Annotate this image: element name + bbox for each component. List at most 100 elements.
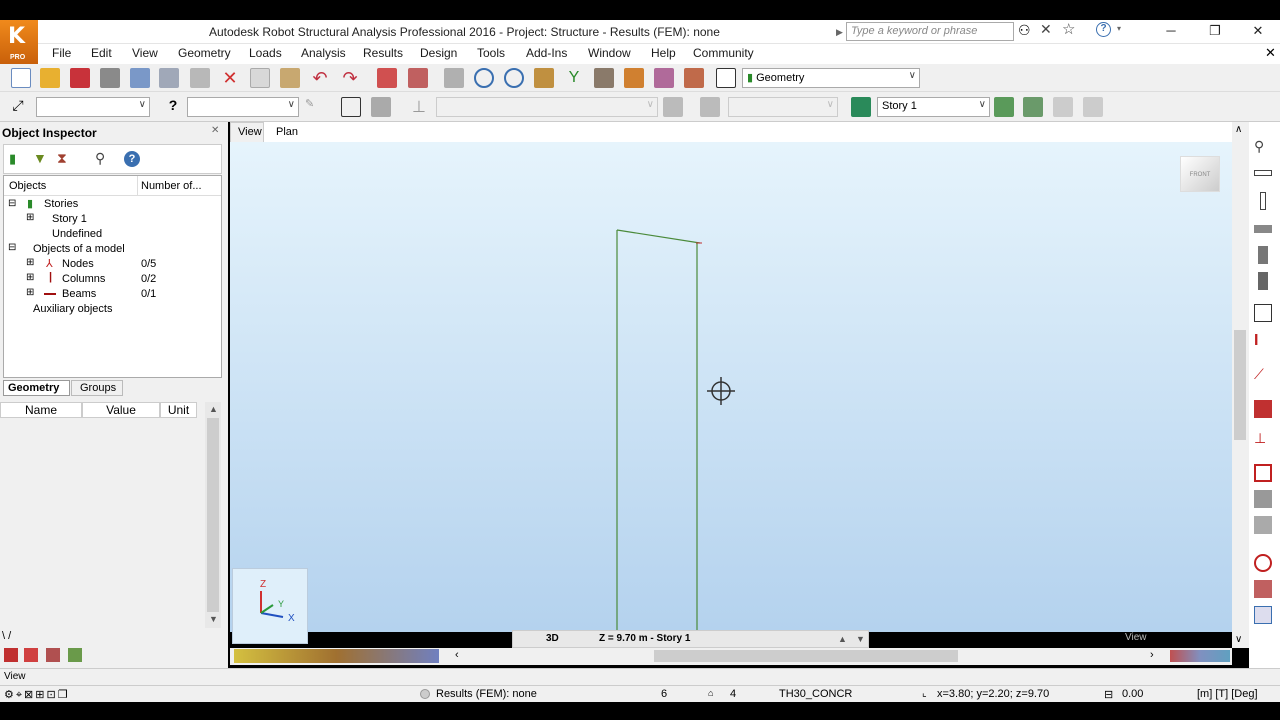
zoom-window-icon[interactable] — [504, 68, 524, 88]
filter-combo[interactable]: ∨ — [187, 97, 299, 117]
tab-plan[interactable]: Plan — [276, 126, 298, 138]
panel-icon[interactable] — [1258, 272, 1268, 290]
view-mode[interactable]: 3D — [546, 633, 559, 644]
support-tool-icon[interactable]: ⊥ — [1254, 430, 1272, 448]
search-icon[interactable]: ⚲ — [95, 150, 105, 167]
print-icon[interactable] — [100, 68, 120, 88]
scroll-thumb[interactable] — [207, 418, 219, 612]
minimize-button[interactable]: ─ — [1149, 20, 1193, 42]
layout-icon[interactable] — [716, 68, 736, 88]
vertical-scrollbar[interactable]: ∧ ∨ — [1232, 122, 1249, 648]
menu-view[interactable]: View — [132, 46, 158, 60]
undo-icon[interactable]: ↶ — [310, 68, 330, 88]
tree-undefined[interactable]: Undefined — [52, 228, 102, 240]
story-query-icon[interactable] — [1023, 97, 1043, 117]
redo-icon[interactable]: ↷ — [340, 68, 360, 88]
edit-icon[interactable] — [24, 648, 38, 662]
brace-icon[interactable] — [1258, 246, 1268, 264]
close-button[interactable]: ✕ — [1236, 20, 1280, 42]
table-tool-icon[interactable] — [1254, 606, 1272, 624]
pan-icon[interactable] — [534, 68, 554, 88]
tree-beams[interactable]: Beams — [62, 288, 96, 300]
column-tool-icon[interactable] — [1260, 192, 1266, 210]
search-input[interactable]: Type a keyword or phrase — [846, 22, 1014, 41]
expand-icon[interactable]: ⊞ — [26, 257, 34, 268]
opening-icon[interactable] — [1254, 304, 1272, 322]
load-tool-icon[interactable] — [1254, 464, 1272, 482]
query-icon[interactable]: ? — [163, 97, 183, 117]
tab-groups[interactable]: Groups — [71, 380, 123, 396]
scroll-down-icon[interactable]: ∨ — [1235, 634, 1242, 645]
collapse-icon[interactable]: ⊟ — [8, 198, 16, 209]
lock-icon[interactable] — [444, 68, 464, 88]
expand-icon[interactable]: ⊞ — [26, 287, 34, 298]
level-down-icon[interactable]: ▼ — [856, 634, 865, 644]
help-dropdown-icon[interactable]: ▾ — [1117, 24, 1121, 33]
view-tools-icons[interactable] — [1170, 650, 1230, 662]
rotate-icon[interactable]: Y — [564, 68, 584, 88]
menu-results[interactable]: Results — [363, 46, 403, 60]
search-arrow-icon[interactable]: ▶ — [836, 27, 843, 38]
story-icon[interactable] — [851, 97, 871, 117]
menu-loads[interactable]: Loads — [249, 46, 282, 60]
tree-story1[interactable]: Story 1 — [52, 213, 87, 225]
scroll-up-icon[interactable]: ▲ — [209, 404, 218, 414]
tree-objects-of-model[interactable]: Objects of a model — [33, 243, 125, 255]
expand-icon[interactable]: ⊞ — [26, 212, 34, 223]
selection-combo[interactable]: ∨ — [36, 97, 150, 117]
menu-addins[interactable]: Add-Ins — [526, 46, 567, 60]
section-tool-icon[interactable]: I — [1254, 332, 1272, 350]
favorites-icon[interactable]: ☆ — [1062, 20, 1075, 38]
scroll-left-icon[interactable]: ‹ — [455, 649, 459, 661]
rigid-link-icon[interactable] — [1254, 554, 1272, 572]
wrench-icon[interactable] — [684, 68, 704, 88]
open-icon[interactable] — [40, 68, 60, 88]
scroll-down-icon[interactable]: ▼ — [209, 614, 218, 624]
offset-icon[interactable] — [1254, 490, 1272, 508]
filter-icon[interactable]: ▼ — [33, 150, 47, 166]
display-filters-icons[interactable] — [234, 649, 439, 663]
exchange-icon[interactable]: ✕ — [1040, 21, 1052, 38]
zoom-icon[interactable] — [474, 68, 494, 88]
grid-icon[interactable] — [1254, 580, 1272, 598]
gear-icon[interactable] — [654, 68, 674, 88]
material-icon[interactable] — [1254, 400, 1272, 418]
menu-geometry[interactable]: Geometry — [178, 46, 231, 60]
tab-geometry[interactable]: Geometry — [3, 380, 70, 396]
expand-icon[interactable]: ⊞ — [26, 272, 34, 283]
save-icon[interactable] — [70, 68, 90, 88]
camera-icon[interactable] — [190, 68, 210, 88]
tab-view[interactable]: View — [230, 122, 264, 142]
view-level[interactable]: Z = 9.70 m - Story 1 — [599, 633, 690, 644]
scroll-up-icon[interactable]: ∧ — [1235, 124, 1242, 135]
trash-icon[interactable] — [46, 648, 60, 662]
properties-icon[interactable]: ✎ — [305, 97, 325, 117]
layout-select[interactable]: ▮ Geometry ∨ — [742, 68, 920, 88]
beam-1[interactable] — [616, 229, 701, 244]
units-status[interactable]: [m] [T] [Deg] — [1197, 688, 1258, 700]
menu-design[interactable]: Design — [420, 46, 457, 60]
list-icon[interactable] — [4, 648, 18, 662]
mdi-close-icon[interactable]: ✕ — [1265, 45, 1276, 61]
report-icon[interactable] — [408, 68, 428, 88]
menu-edit[interactable]: Edit — [91, 46, 112, 60]
menu-file[interactable]: File — [52, 46, 71, 60]
h-scroll-thumb[interactable] — [654, 650, 958, 662]
cable-icon[interactable] — [1254, 516, 1272, 534]
collapse-icon[interactable]: ⊟ — [8, 242, 16, 253]
tree-nodes[interactable]: Nodes — [62, 258, 94, 270]
status-tools-icons[interactable]: ⚙⌖⊠⊞⊡❐ — [4, 688, 70, 702]
app-logo[interactable]: K PRO — [0, 20, 38, 64]
scroll-thumb[interactable] — [1234, 330, 1246, 440]
paste-icon[interactable] — [280, 68, 300, 88]
nodes-icon[interactable]: ⚲ — [1254, 138, 1272, 156]
beam-tool-icon[interactable] — [1254, 225, 1272, 233]
tree-columns[interactable]: Columns — [62, 273, 105, 285]
new-file-icon[interactable] — [11, 68, 31, 88]
bar-icon[interactable] — [1254, 170, 1272, 176]
tree-auxiliary[interactable]: Auxiliary objects — [33, 303, 112, 315]
print-preview-icon[interactable] — [130, 68, 150, 88]
3d-viewport[interactable]: FRONT View — [230, 142, 1232, 643]
menu-help[interactable]: Help — [651, 46, 676, 60]
level-up-icon[interactable]: ▲ — [838, 634, 847, 644]
